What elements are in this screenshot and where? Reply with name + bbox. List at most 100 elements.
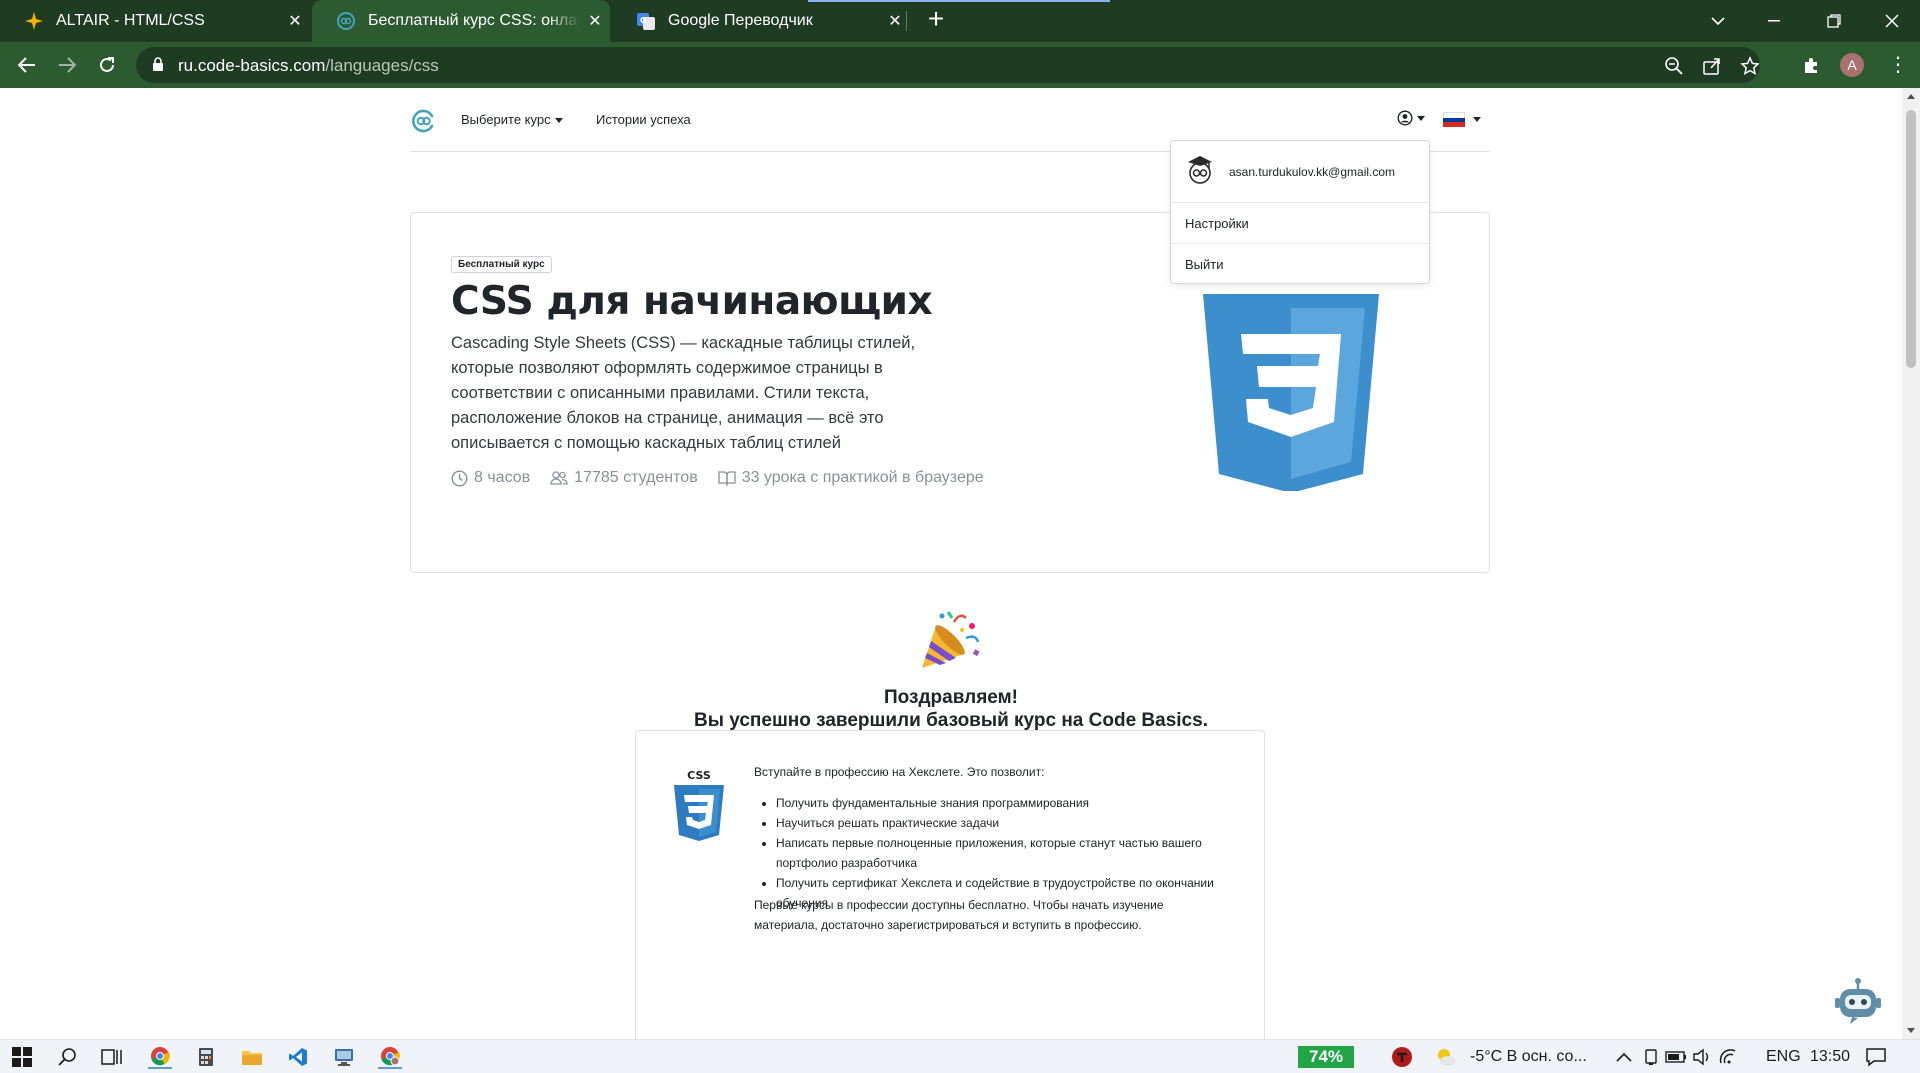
new-tab-button[interactable]: + [922,5,950,34]
chrome-profile-taskbar-icon[interactable] [378,1045,402,1069]
tab-code-basics[interactable]: Бесплатный курс CSS: онлайн обучение ✕ [312,0,610,42]
lock-icon[interactable] [152,57,164,77]
profile-avatar[interactable]: A [1840,53,1864,77]
code-basics-favicon-icon [336,11,356,31]
user-email: asan.turdukulov.kk@gmail.com [1229,164,1396,179]
russian-flag-icon [1443,112,1465,128]
free-course-badge: Бесплатный курс [451,256,552,273]
chrome-taskbar-icon[interactable] [148,1045,172,1069]
congrats-line-2: Вы успешно завершили базовый курс на Cod… [694,710,1208,731]
meet-now-icon[interactable] [1640,1045,1664,1069]
students-meta: 17785 студентов [550,469,698,487]
settings-menu-item[interactable]: Настройки [1171,204,1429,244]
share-icon[interactable] [1702,56,1722,76]
windows-taskbar: 74% -5°C В осн. со... ENG 13:50 [0,1039,1920,1073]
svg-text:G: G [640,16,647,25]
css3-small-logo-icon: CSS [672,769,726,850]
tab-title: Google Переводчик [668,12,813,29]
close-tab-icon[interactable]: ✕ [580,11,610,31]
caret-down-icon [1417,115,1425,121]
chrome-menu-icon[interactable]: ⋮ [1888,52,1908,77]
tab-search-icon[interactable] [1690,0,1746,42]
user-menu-toggle[interactable] [1397,110,1425,126]
tab-title: Бесплатный курс CSS: онлайн обучение [368,12,580,29]
page-viewport: Выберите курс Истории успеха asan.turduk… [0,88,1902,1039]
course-meta: 8 часов 17785 студентов 33 урока с практ… [451,469,1004,487]
sparkle-icon [24,11,44,31]
antivirus-tray-icon[interactable] [1390,1045,1414,1069]
google-translate-icon: G [636,11,656,31]
tab-separator [906,11,907,31]
choose-course-dropdown[interactable]: Выберите курс [461,112,563,127]
scrollbar-thumb[interactable] [1906,110,1916,368]
battery-icon[interactable] [1664,1045,1688,1069]
clock-time[interactable]: 13:50 [1810,1048,1850,1066]
course-title: CSS для начинающих [451,279,933,324]
party-popper-icon [918,608,982,677]
task-view-icon[interactable] [100,1045,124,1069]
chevron-up-icon[interactable] [1612,1045,1636,1069]
windows-start-icon[interactable] [10,1045,34,1069]
file-explorer-icon[interactable] [240,1045,264,1069]
scroll-up-arrow-icon[interactable] [1907,94,1915,99]
wifi-icon[interactable] [1716,1045,1740,1069]
duration-text: 8 часов [474,469,531,486]
success-stories-link[interactable]: Истории успеха [596,112,691,127]
list-item: Написать первые полноценные приложения, … [776,833,1224,873]
weather-text[interactable]: -5°C В осн. со... [1470,1048,1587,1066]
code-basics-logo-icon[interactable] [410,108,436,139]
browser-tab-strip: ALTAIR - HTML/CSS ✕ Бесплатный курс CSS:… [0,0,1920,42]
caret-down-icon [1473,117,1481,122]
tab-title: ALTAIR - HTML/CSS [56,12,205,29]
congrats-heading: Поздравляем! Вы успешно завершили базовы… [0,686,1902,732]
url-domain: ru.code-basics.com [178,56,326,75]
search-icon[interactable] [56,1045,80,1069]
dropdown-user-info: asan.turdukulov.kk@gmail.com [1171,141,1429,203]
input-language[interactable]: ENG [1766,1048,1801,1066]
logout-menu-item[interactable]: Выйти [1171,245,1429,285]
users-icon [550,471,568,485]
duration-meta: 8 часов [451,469,530,487]
battery-percentage-badge[interactable]: 74% [1298,1046,1354,1068]
language-switcher[interactable] [1443,112,1481,128]
user-avatar-icon [1185,153,1215,190]
chat-bot-button[interactable] [1830,974,1886,1030]
congrats-line-1: Поздравляем! [884,687,1018,708]
tab-google-translate[interactable]: G Google Переводчик ✕ [612,0,910,42]
profession-card: CSS Вступайте в профессию на Хекслете. Э… [635,730,1265,1039]
restore-window-button[interactable] [1806,0,1862,42]
page-scrollbar[interactable] [1902,88,1920,1039]
user-circle-icon [1397,110,1413,126]
css-label: CSS [687,769,711,782]
tab-altair[interactable]: ALTAIR - HTML/CSS ✕ [0,0,310,42]
address-bar[interactable]: ru.code-basics.com/languages/css [136,47,1760,83]
lessons-meta: 33 урока с практикой в браузере [718,469,984,487]
user-dropdown-menu: asan.turdukulov.kk@gmail.com Настройки В… [1170,140,1430,284]
zoom-icon[interactable] [1664,56,1684,76]
choose-course-label: Выберите курс [461,112,551,127]
scroll-down-arrow-icon[interactable] [1907,1028,1915,1033]
book-icon [718,471,736,486]
notifications-icon[interactable] [1864,1045,1888,1069]
clock-icon [451,469,468,487]
reload-icon[interactable] [93,51,121,79]
remote-desktop-icon[interactable] [332,1045,356,1069]
minimize-window-button[interactable] [1746,0,1802,42]
close-tab-icon[interactable]: ✕ [280,11,310,31]
close-window-button[interactable] [1864,0,1920,42]
tab-loading-indicator [808,0,1110,2]
bookmark-star-icon[interactable] [1740,56,1760,76]
extensions-puzzle-icon[interactable] [1798,51,1826,79]
list-item: Получить фундаментальные знания программ… [776,793,1224,813]
volume-icon[interactable] [1690,1045,1714,1069]
back-arrow-icon[interactable] [13,51,41,79]
forward-arrow-icon[interactable] [53,51,81,79]
profession-outro: Первые курсы в профессии доступны беспла… [754,898,1164,932]
course-description: Cascading Style Sheets (CSS) — каскадные… [451,334,916,452]
list-item: Научиться решать практические задачи [776,813,1224,833]
weather-partly-cloudy-icon[interactable] [1434,1045,1458,1069]
url-text: ru.code-basics.com/languages/css [178,56,439,76]
calculator-icon[interactable] [194,1045,218,1069]
vscode-icon[interactable] [286,1045,310,1069]
browser-toolbar: ru.code-basics.com/languages/css A ⋮ [0,42,1920,88]
